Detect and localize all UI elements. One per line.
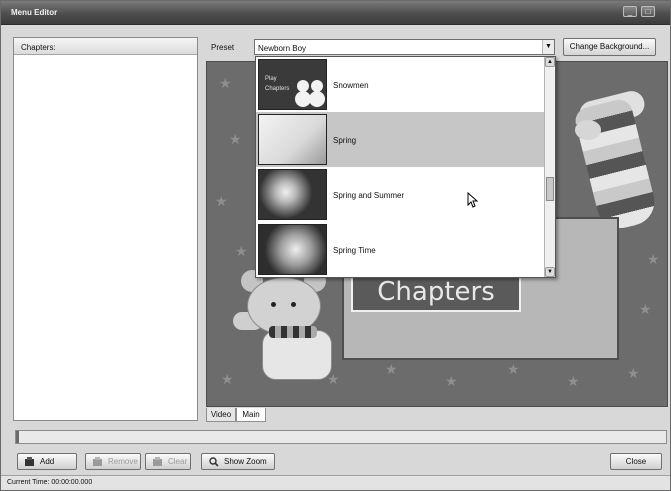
dropdown-item-spring-time[interactable]: Spring Time	[256, 222, 545, 277]
menu-editor-window: Menu Editor _ □ Chapters: Preset Newborn…	[0, 0, 671, 491]
star-decoration: ★	[219, 75, 232, 91]
timeline-slider[interactable]	[15, 430, 667, 444]
snowman-body	[309, 91, 325, 107]
close-button-label: Close	[625, 457, 647, 466]
add-button[interactable]: Add	[17, 453, 77, 470]
dropdown-item-label: Spring and Summer	[333, 191, 405, 200]
timeline-position[interactable]	[16, 431, 19, 443]
spring-and-summer-thumbnail	[258, 169, 327, 220]
remove-button-label: Remove	[108, 457, 138, 466]
scrollbar-thumb[interactable]	[546, 177, 554, 201]
star-decoration: ★	[215, 193, 228, 209]
thumb-play-text: Play	[265, 76, 277, 82]
show-zoom-button[interactable]: Show Zoom	[201, 453, 275, 470]
star-decoration: ★	[221, 371, 234, 387]
scroll-down-icon[interactable]: ▼	[545, 267, 555, 277]
star-decoration: ★	[385, 361, 398, 377]
dropdown-item-label: Snowmen	[333, 81, 369, 90]
change-background-button[interactable]: Change Background...	[563, 38, 656, 56]
clear-icon	[153, 457, 162, 466]
spring-thumbnail	[258, 114, 327, 165]
tab-video[interactable]: Video	[206, 408, 236, 422]
sock-bear-decoration	[575, 120, 601, 140]
remove-icon	[93, 457, 102, 466]
add-icon	[25, 457, 34, 466]
star-decoration: ★	[639, 301, 652, 317]
star-decoration: ★	[567, 373, 580, 389]
scroll-up-icon[interactable]: ▲	[545, 57, 555, 67]
status-bar: Current Time: 00:00:00.000	[1, 475, 670, 490]
dropdown-item-spring-and-summer[interactable]: Spring and Summer	[256, 167, 545, 222]
chapters-header: Chapters:	[14, 38, 197, 55]
preset-select[interactable]: Newborn Boy ▼	[254, 39, 555, 55]
teddy-bear-eye	[291, 302, 296, 307]
teddy-bear-eye	[271, 302, 276, 307]
chapters-panel[interactable]: Chapters:	[13, 37, 198, 421]
dropdown-item-spring[interactable]: Spring	[256, 112, 545, 167]
mouse-cursor-icon	[467, 192, 479, 208]
chapters-header-label: Chapters:	[21, 43, 56, 52]
close-button[interactable]: Close	[610, 453, 662, 470]
snowmen-thumbnail: Play Chapters	[258, 59, 327, 110]
title-bar: Menu Editor _ □	[1, 1, 670, 25]
dropdown-item-label: Spring Time	[333, 246, 376, 255]
teddy-bear-bow	[269, 326, 317, 338]
zoom-icon	[209, 457, 219, 467]
star-decoration: ★	[507, 361, 520, 377]
thumb-chapters-text: Chapters	[265, 86, 290, 92]
star-decoration: ★	[445, 373, 458, 389]
star-decoration: ★	[235, 243, 248, 259]
sock-decoration	[572, 96, 660, 234]
preset-selected-value: Newborn Boy	[258, 44, 307, 53]
current-time-text: Current Time: 00:00:00.000	[7, 479, 93, 486]
clear-button-label: Clear	[168, 457, 188, 466]
dropdown-scrollbar[interactable]: ▲ ▼	[544, 57, 555, 277]
chapters-frame-text: Chapters	[377, 277, 495, 307]
remove-button[interactable]: Remove	[85, 453, 141, 470]
clear-button[interactable]: Clear	[145, 453, 191, 470]
minimize-icon[interactable]: _	[623, 6, 637, 17]
dropdown-item-snowmen[interactable]: Play Chapters Snowmen	[256, 57, 545, 112]
star-decoration: ★	[647, 251, 660, 267]
chapters-button-preview[interactable]: Chapters	[351, 272, 521, 312]
preset-label: Preset	[211, 43, 235, 52]
show-zoom-button-label: Show Zoom	[224, 457, 267, 466]
chevron-down-icon[interactable]: ▼	[542, 40, 554, 54]
preset-dropdown-list[interactable]: Play Chapters Snowmen Spring Spring and …	[255, 56, 556, 278]
tab-main[interactable]: Main	[236, 408, 266, 422]
window-title: Menu Editor	[11, 8, 58, 17]
dropdown-item-label: Spring	[333, 136, 357, 145]
maximize-icon[interactable]: □	[641, 6, 655, 17]
add-button-label: Add	[40, 457, 55, 466]
spring-time-thumbnail	[258, 224, 327, 275]
star-decoration: ★	[627, 365, 640, 381]
star-decoration: ★	[229, 131, 242, 147]
